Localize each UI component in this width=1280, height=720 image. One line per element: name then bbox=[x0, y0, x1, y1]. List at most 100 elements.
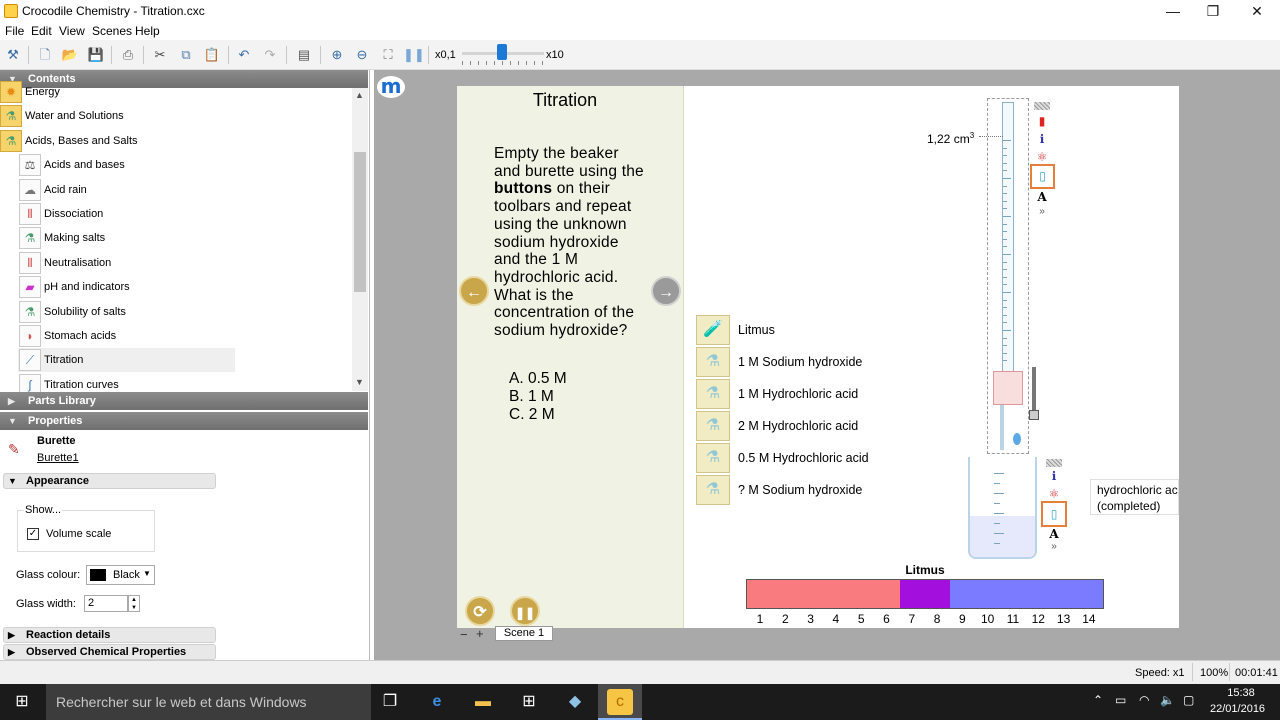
toolbar-grip[interactable] bbox=[1034, 102, 1050, 110]
info-icon[interactable]: ℹ bbox=[1032, 130, 1052, 148]
app-taskbar-icon[interactable]: ◆ bbox=[562, 689, 588, 715]
burette-stopcock[interactable] bbox=[993, 371, 1023, 405]
answer-a: A. 0.5 M bbox=[509, 370, 567, 387]
redo-icon[interactable]: ↷ bbox=[260, 45, 280, 65]
chemical-item[interactable]: 🧪 Litmus bbox=[696, 315, 1016, 345]
tree-item[interactable]: ⫴ Dissociation bbox=[0, 202, 352, 226]
glass-width-stepper[interactable]: ▲ ▼ bbox=[128, 595, 140, 612]
chemical-item[interactable]: ⚗ 1 M Sodium hydroxide bbox=[696, 347, 1016, 377]
tray-expand-icon[interactable]: ⌃ bbox=[1093, 693, 1103, 707]
pause-scene-button[interactable]: ❚❚ bbox=[510, 596, 540, 626]
scene-tab[interactable]: Scene 1 bbox=[495, 626, 553, 641]
zoom-in-icon[interactable]: ⊕ bbox=[327, 45, 347, 65]
taskbar-search[interactable]: Rechercher sur le web et dans Windows bbox=[46, 684, 371, 720]
windows-start-icon[interactable]: ⊞ bbox=[9, 689, 35, 715]
menu-edit[interactable]: Edit bbox=[31, 24, 52, 38]
print-icon[interactable]: ⎙ bbox=[118, 45, 138, 65]
crocodile-chemistry-taskbar-icon[interactable]: c bbox=[607, 689, 633, 715]
ph-strip-icon: ▰ bbox=[19, 276, 41, 299]
reset-button[interactable]: ⟳ bbox=[465, 596, 495, 626]
parts-library-header[interactable]: ▶ Parts Library bbox=[0, 392, 368, 410]
menu-help[interactable]: Help bbox=[135, 24, 160, 38]
scroll-down-icon[interactable]: ▼ bbox=[355, 377, 364, 387]
flask-icon: ⚗ bbox=[19, 300, 41, 323]
file-explorer-icon[interactable]: ▬ bbox=[470, 689, 496, 715]
scene-icon[interactable]: ▤ bbox=[294, 45, 314, 65]
volume-scale-checkbox[interactable]: ✓ bbox=[27, 528, 39, 540]
pause-icon[interactable]: ❚❚ bbox=[403, 45, 425, 65]
store-icon[interactable]: ⊞ bbox=[516, 689, 542, 715]
appearance-group-header[interactable]: ▼ Appearance bbox=[3, 473, 216, 489]
menu-file[interactable]: File bbox=[5, 24, 24, 38]
zoom-fit-icon[interactable]: ⛶ bbox=[378, 45, 398, 65]
paste-icon[interactable]: 📋 bbox=[202, 45, 222, 65]
observed-properties-header[interactable]: ▶ Observed Chemical Properties bbox=[3, 644, 216, 660]
parts-icon[interactable]: ⚒ bbox=[3, 45, 23, 65]
test-tube-icon: ⫴ bbox=[19, 203, 41, 225]
burette-icon: ⟋ bbox=[19, 349, 41, 372]
burette-scale-tick bbox=[1003, 193, 1007, 195]
tree-item[interactable]: ☁ Acid rain bbox=[0, 178, 352, 202]
stopcock-handle[interactable] bbox=[1029, 410, 1039, 420]
menu-view[interactable]: View bbox=[59, 24, 85, 38]
add-scene-button[interactable]: + bbox=[476, 626, 484, 641]
tree-item[interactable]: ⚗ Water and Solutions bbox=[0, 104, 352, 128]
new-document-icon[interactable]: 🗋 bbox=[35, 45, 55, 65]
tree-item[interactable]: ⫴ Neutralisation bbox=[0, 251, 352, 275]
zoom-out-icon[interactable]: ⊖ bbox=[352, 45, 372, 65]
stopcock-lever[interactable] bbox=[1032, 367, 1036, 411]
tree-item[interactable]: ▰ pH and indicators bbox=[0, 275, 352, 299]
close-button[interactable]: ✕ bbox=[1234, 0, 1280, 22]
info-icon[interactable]: ℹ bbox=[1044, 467, 1064, 485]
tree-item-label: Acids and bases bbox=[44, 159, 125, 172]
chemical-item[interactable]: ⚗ 2 M Hydrochloric acid bbox=[696, 411, 1016, 441]
glass-colour-label: Glass colour: bbox=[16, 569, 81, 581]
copy-icon[interactable]: ⧉ bbox=[176, 45, 196, 65]
wifi-icon[interactable]: ◠ bbox=[1139, 693, 1149, 707]
edge-browser-icon[interactable]: e bbox=[424, 689, 450, 715]
taskbar-date[interactable]: 22/01/2016 bbox=[1210, 703, 1265, 715]
toolbar-grip[interactable] bbox=[1046, 459, 1062, 467]
reaction-details-header[interactable]: ▶ Reaction details bbox=[3, 627, 216, 643]
tree-item-label: Energy bbox=[25, 86, 60, 98]
remove-scene-button[interactable]: − bbox=[460, 627, 468, 642]
cut-icon[interactable]: ✂ bbox=[150, 45, 170, 65]
task-view-icon[interactable]: ❐ bbox=[377, 689, 403, 715]
flask-icon: ⚗ bbox=[696, 475, 730, 505]
volume-scale-tool-icon[interactable]: ▯ bbox=[1030, 164, 1055, 189]
expand-icon[interactable]: » bbox=[1044, 538, 1064, 556]
save-icon[interactable]: 💾 bbox=[86, 45, 106, 65]
tree-item[interactable]: ⚗ Making salts bbox=[0, 226, 352, 250]
undo-icon[interactable]: ↶ bbox=[234, 45, 254, 65]
speed-slider-thumb[interactable] bbox=[497, 44, 507, 60]
glass-width-input[interactable]: 2 bbox=[84, 595, 128, 612]
speed-slider-ticks bbox=[462, 61, 544, 65]
volume-scale-tool-icon[interactable]: ▯ bbox=[1041, 501, 1067, 527]
next-page-button[interactable]: → bbox=[651, 276, 681, 306]
scroll-up-icon[interactable]: ▲ bbox=[355, 90, 364, 100]
open-folder-icon[interactable]: 📂 bbox=[60, 45, 80, 65]
tree-item[interactable]: ✹ Energy bbox=[0, 80, 352, 104]
expand-icon[interactable]: » bbox=[1032, 203, 1052, 221]
properties-header[interactable]: ▼ Properties bbox=[0, 412, 368, 430]
empty-burette-icon[interactable]: ▮ bbox=[1032, 112, 1052, 130]
tree-item[interactable]: ◗ Stomach acids bbox=[0, 324, 352, 348]
menu-scenes[interactable]: Scenes bbox=[92, 24, 132, 38]
burette-scale-tick bbox=[1003, 337, 1007, 339]
tree-item[interactable]: ⚗ Acids, Bases and Salts bbox=[0, 129, 352, 153]
maximize-button[interactable]: ❐ bbox=[1190, 0, 1236, 22]
battery-icon[interactable]: ▭ bbox=[1115, 693, 1126, 707]
tree-scroll-thumb[interactable] bbox=[354, 152, 366, 292]
mediator-logo-icon[interactable]: m bbox=[377, 76, 405, 98]
volume-icon[interactable]: 🔈 bbox=[1160, 693, 1175, 707]
taskbar-time[interactable]: 15:38 bbox=[1216, 687, 1266, 699]
burette-scale-tick bbox=[1003, 246, 1007, 248]
chemical-item[interactable]: ⚗ 1 M Hydrochloric acid bbox=[696, 379, 1016, 409]
previous-page-button[interactable]: ← bbox=[459, 276, 489, 306]
tree-item[interactable]: ⚖ Acids and bases bbox=[0, 153, 352, 177]
part-instance-link[interactable]: Burette1 bbox=[37, 452, 79, 464]
notifications-icon[interactable]: ▢ bbox=[1183, 693, 1194, 707]
reaction-tooltip: hydrochloric acid (completed) bbox=[1090, 479, 1179, 515]
tree-item[interactable]: ⟋ Titration bbox=[18, 348, 235, 373]
tree-item[interactable]: ⚗ Solubility of salts bbox=[0, 300, 352, 324]
